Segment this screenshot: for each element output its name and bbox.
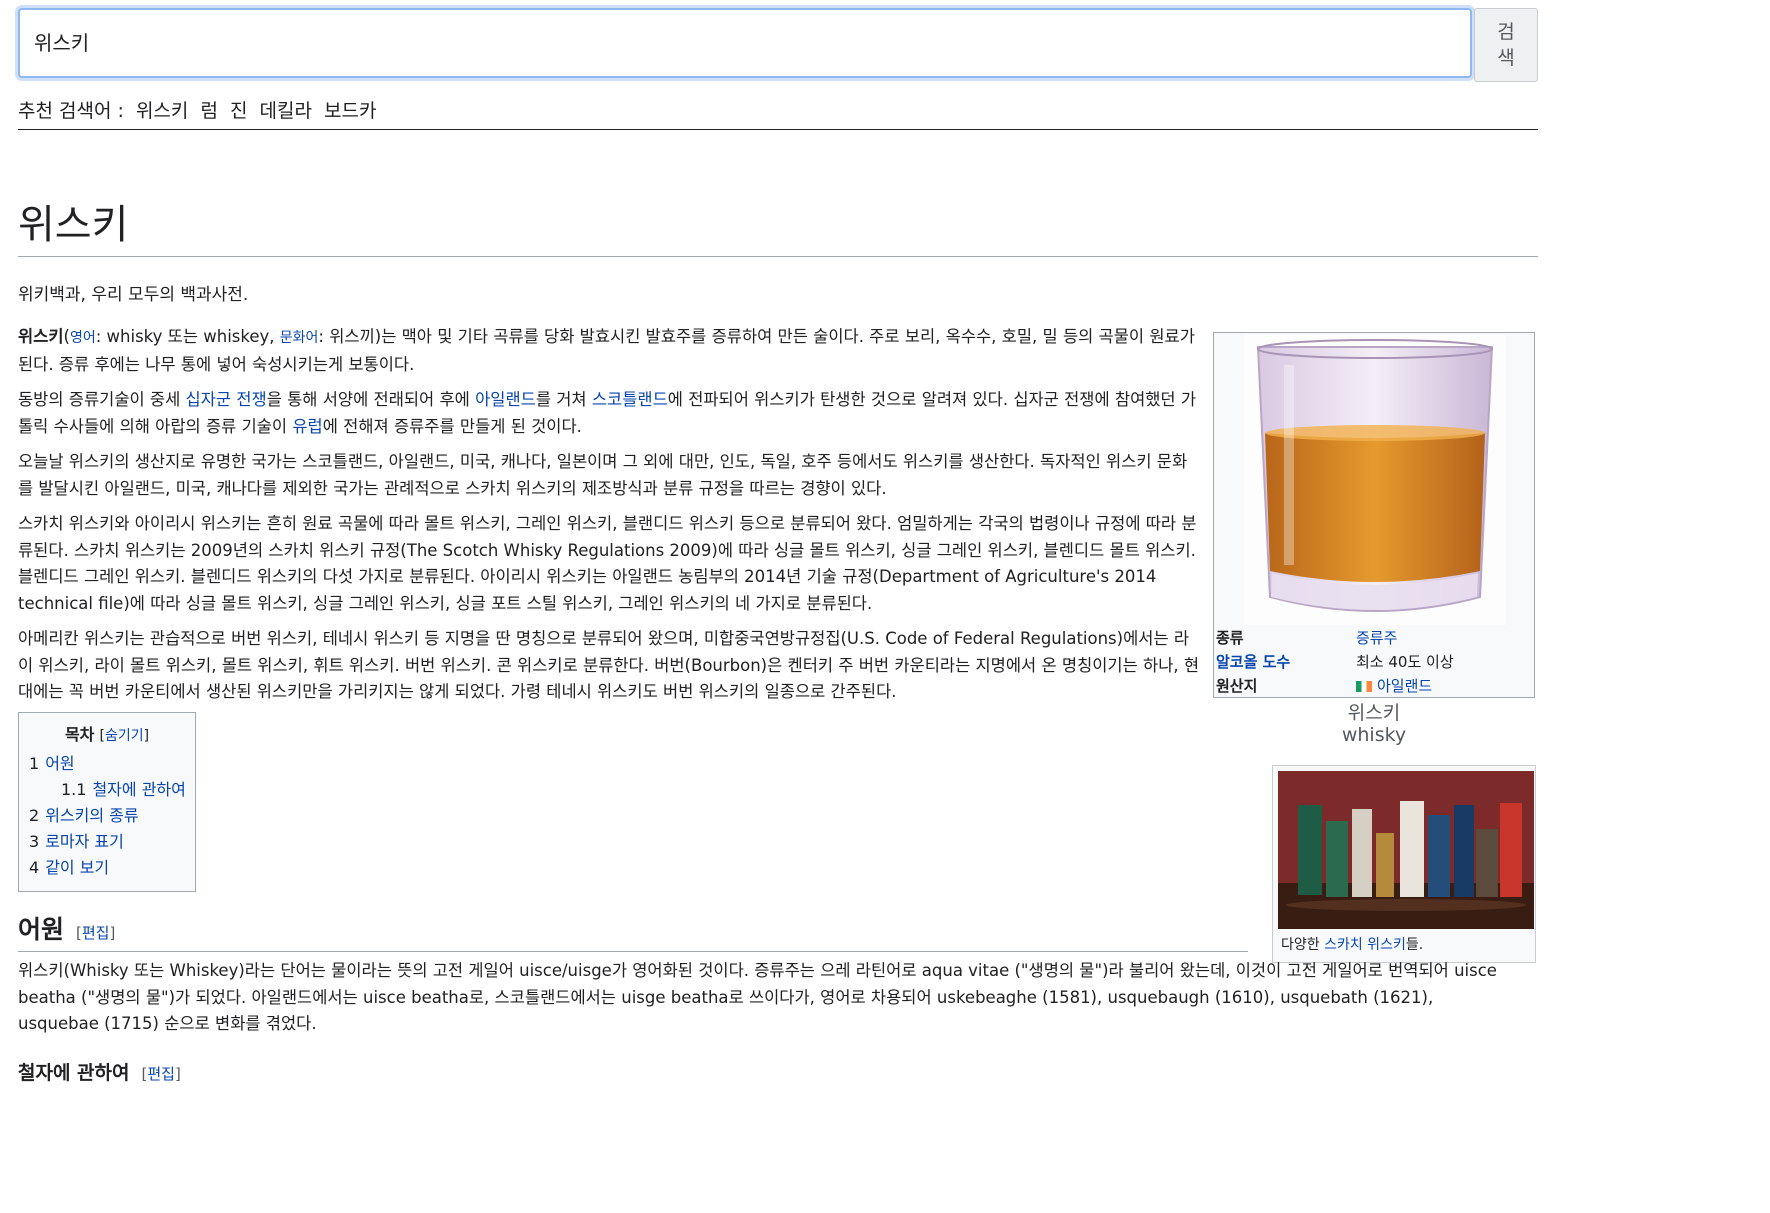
toc-hide-link[interactable]: 숨기기 [105, 728, 144, 744]
paragraph-classification: 스카치 위스키와 아이리시 위스키는 흔히 원료 곡물에 따라 몰트 위스키, … [18, 514, 1197, 613]
search-button-label-2: 색 [1497, 47, 1515, 69]
whisky-glass-image[interactable] [1244, 335, 1506, 625]
toc-number: 1 [29, 754, 40, 773]
infobox-value-link[interactable]: 증류주 [1356, 627, 1397, 649]
toc-item[interactable]: 4 같이 보기 [29, 855, 185, 881]
link-scotland[interactable]: 스코틀랜드 [592, 390, 668, 409]
caption-text: 다양한 [1281, 937, 1325, 953]
suggest-item[interactable]: 진 [230, 100, 247, 122]
suggest-item[interactable]: 럼 [200, 100, 217, 122]
search-bar: 검 색 [18, 8, 1738, 82]
toc-hide-toggle[interactable]: [숨기기] [99, 728, 149, 744]
section-title: 어원 [18, 915, 65, 944]
section-heading-etymology: 어원 [편집] [18, 912, 1248, 952]
suggested-searches: 추천 검색어 : 위스키 럼 진 데킬라 보드카 [18, 96, 1538, 130]
toc-item[interactable]: 2 위스키의 종류 [29, 803, 185, 829]
toc-link[interactable]: 같이 보기 [45, 858, 109, 877]
link-ireland[interactable]: 아일랜드 [475, 390, 536, 409]
toc-number: 4 [29, 858, 40, 877]
infobox-caption-ko: 위스키 [1347, 702, 1401, 724]
scotch-bottles-image[interactable] [1278, 771, 1534, 929]
article-body: 위스키(영어: whisky 또는 whiskey, 문화어: 위스끼)는 맥아… [18, 324, 1200, 715]
scotch-bottles-caption: 다양한 스카치 위스키들. [1281, 934, 1423, 954]
link-europe[interactable]: 유럽 [292, 417, 322, 436]
scotch-bottles-figure: 다양한 스카치 위스키들. [1272, 765, 1536, 963]
toc-item[interactable]: 3 로마자 표기 [29, 829, 185, 855]
edit-link[interactable]: 편집 [147, 1065, 175, 1083]
section-title: 철자에 관하여 [18, 1062, 130, 1084]
toc-link[interactable]: 어원 [45, 754, 74, 773]
infobox-value: 최소 40도 이상 [1356, 653, 1454, 671]
bracket: ] [143, 728, 150, 744]
toc-header: 목차 [숨기기] [29, 721, 185, 745]
paragraph-american: 아메리칸 위스키는 관습적으로 버번 위스키, 테네시 위스키 등 지명을 딴 … [18, 629, 1200, 701]
toc-item[interactable]: 1 어원 [29, 751, 185, 777]
infobox-key: 원산지 [1216, 677, 1258, 695]
intro-text-1: : whisky 또는 whiskey, [95, 327, 280, 346]
page-tagline: 위키백과, 우리 모두의 백과사전. [18, 285, 249, 305]
history-text-3: 를 거쳐 [535, 390, 592, 409]
search-button[interactable]: 검 색 [1474, 8, 1538, 82]
suggest-item[interactable]: 데킬라 [260, 100, 312, 122]
search-button-label-1: 검 [1497, 21, 1515, 43]
edit-link[interactable]: 편집 [82, 924, 110, 942]
paragraph-intro: 위스키(영어: whisky 또는 whiskey, 문화어: 위스끼)는 맥아… [18, 324, 1200, 378]
infobox-caption-en: whisky [1341, 724, 1407, 746]
toc-item[interactable]: 1.1 철자에 관하여 [29, 777, 186, 803]
toc-link[interactable]: 로마자 표기 [45, 832, 124, 851]
toc-number: 3 [29, 832, 40, 851]
etymology-text: 위스키(Whisky 또는 Whiskey)라는 단어는 물이라는 뜻의 고전 … [18, 961, 1497, 1033]
infobox-value-link[interactable]: 아일랜드 [1377, 677, 1432, 695]
edit-section-link[interactable]: [편집] [76, 924, 115, 942]
suggest-item[interactable]: 위스키 [136, 100, 188, 122]
infobox-row-origin: 원산지 아일랜드 [1216, 675, 1534, 697]
edit-section-link[interactable]: [편집] [142, 1065, 181, 1083]
paragraph-history: 동방의 증류기술이 중세 십자군 전쟁을 통해 서양에 전래되어 후에 아일랜드… [18, 387, 1200, 440]
caption-text: 들. [1405, 937, 1424, 953]
toc-title: 목차 [64, 725, 95, 744]
history-text-5: 에 전해져 증류주를 만들게 된 것이다. [322, 416, 582, 436]
suggest-item[interactable]: 보드카 [324, 100, 376, 122]
suggest-label: 추천 검색어 : [18, 100, 124, 122]
infobox-row-type: 종류 증류주 [1216, 627, 1534, 649]
infobox-caption: 위스키 whisky [1213, 702, 1535, 746]
link-munhwaeo[interactable]: 문화어 [280, 330, 319, 346]
paragraph-production: 오늘날 위스키의 생산지로 유명한 국가는 스코틀랜드, 아일랜드, 미국, 캐… [18, 452, 1188, 498]
infobox-value-wrap: 아일랜드 [1356, 675, 1432, 697]
link-scotch-whisky[interactable]: 스카치 위스키 [1324, 937, 1406, 953]
table-of-contents: 목차 [숨기기] 1 어원 1.1 철자에 관하여 2 위스키의 종류 3 로마자 표기… [18, 712, 196, 892]
search-input[interactable] [18, 8, 1472, 78]
infobox-row-abv: 알코올 도수 최소 40도 이상 [1216, 651, 1534, 673]
link-english[interactable]: 영어 [70, 330, 96, 346]
infobox-key: 종류 [1216, 629, 1244, 647]
toc-number: 2 [29, 806, 40, 825]
term-bold: 위스키 [18, 327, 64, 346]
toc-number: 1.1 [61, 780, 87, 799]
bracket: ] [109, 924, 116, 942]
section-heading-spelling: 철자에 관하여 [편집] [18, 1058, 181, 1085]
link-crusades[interactable]: 십자군 전쟁 [186, 390, 267, 409]
ireland-flag-icon [1356, 681, 1372, 692]
toc-link[interactable]: 철자에 관하여 [92, 780, 185, 799]
infobox: 종류 증류주 알코올 도수 최소 40도 이상 원산지 아일랜드 [1213, 332, 1535, 698]
page-title: 위스키 [18, 196, 1538, 257]
history-text-2: 을 통해 서양에 전래되어 후에 [266, 390, 476, 409]
toc-link[interactable]: 위스키의 종류 [45, 806, 138, 825]
infobox-key-link[interactable]: 알코올 도수 [1216, 651, 1290, 673]
bracket: ] [174, 1065, 181, 1083]
history-text-1: 동방의 증류기술이 중세 [18, 390, 186, 409]
